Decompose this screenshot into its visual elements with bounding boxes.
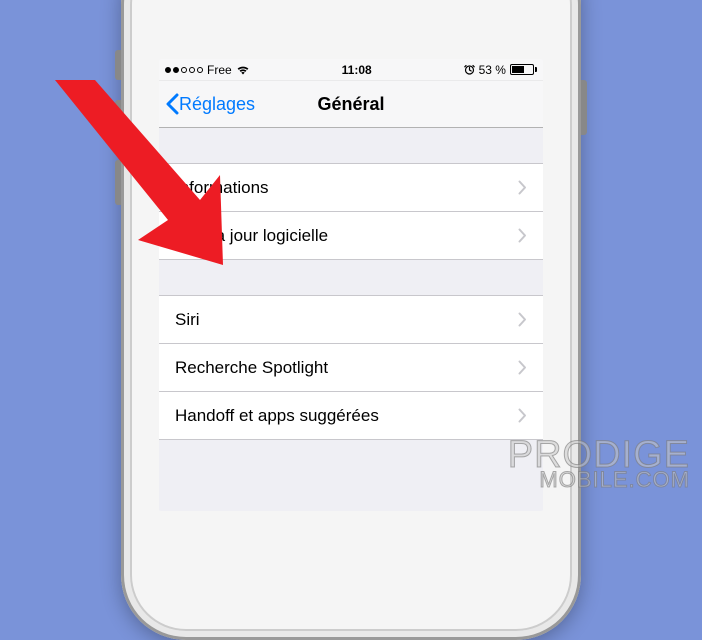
status-left: Free (165, 63, 250, 77)
chevron-right-icon (518, 228, 527, 243)
status-bar: Free 11:08 53 % (159, 59, 543, 81)
row-label: Recherche Spotlight (175, 358, 328, 378)
row-label: Mise à jour logicielle (175, 226, 328, 246)
wifi-icon (236, 64, 250, 75)
row-label: Informations (175, 178, 269, 198)
back-label: Réglages (179, 94, 255, 115)
signal-strength-icon (165, 67, 203, 73)
settings-group: Informations Mise à jour logicielle (159, 164, 543, 260)
row-label: Siri (175, 310, 200, 330)
group-spacer (159, 260, 543, 296)
row-label: Handoff et apps suggérées (175, 406, 379, 426)
back-button[interactable]: Réglages (165, 93, 255, 115)
chevron-left-icon (165, 93, 179, 115)
battery-percent-label: 53 % (479, 63, 506, 77)
mute-switch (115, 50, 121, 80)
row-handoff[interactable]: Handoff et apps suggérées (159, 392, 543, 440)
row-informations[interactable]: Informations (159, 164, 543, 212)
navigation-bar: Réglages Général (159, 81, 543, 128)
status-right: 53 % (464, 63, 537, 77)
battery-fill (512, 66, 524, 73)
power-button (581, 80, 587, 135)
phone-frame: Free 11:08 53 % (121, 0, 581, 640)
carrier-label: Free (207, 63, 232, 77)
chevron-right-icon (518, 312, 527, 327)
page-title: Général (317, 94, 384, 115)
row-software-update[interactable]: Mise à jour logicielle (159, 212, 543, 260)
chevron-right-icon (518, 408, 527, 423)
group-spacer (159, 128, 543, 164)
row-spotlight-search[interactable]: Recherche Spotlight (159, 344, 543, 392)
screen: Free 11:08 53 % (159, 59, 543, 511)
chevron-right-icon (518, 360, 527, 375)
volume-up-button (115, 100, 121, 145)
settings-group: Siri Recherche Spotlight Handoff et apps… (159, 296, 543, 440)
volume-down-button (115, 160, 121, 205)
chevron-right-icon (518, 180, 527, 195)
row-siri[interactable]: Siri (159, 296, 543, 344)
phone-bezel: Free 11:08 53 % (130, 0, 572, 631)
settings-list: Informations Mise à jour logicielle (159, 128, 543, 440)
battery-icon (510, 64, 537, 75)
alarm-icon (464, 64, 475, 75)
clock-label: 11:08 (342, 63, 372, 77)
